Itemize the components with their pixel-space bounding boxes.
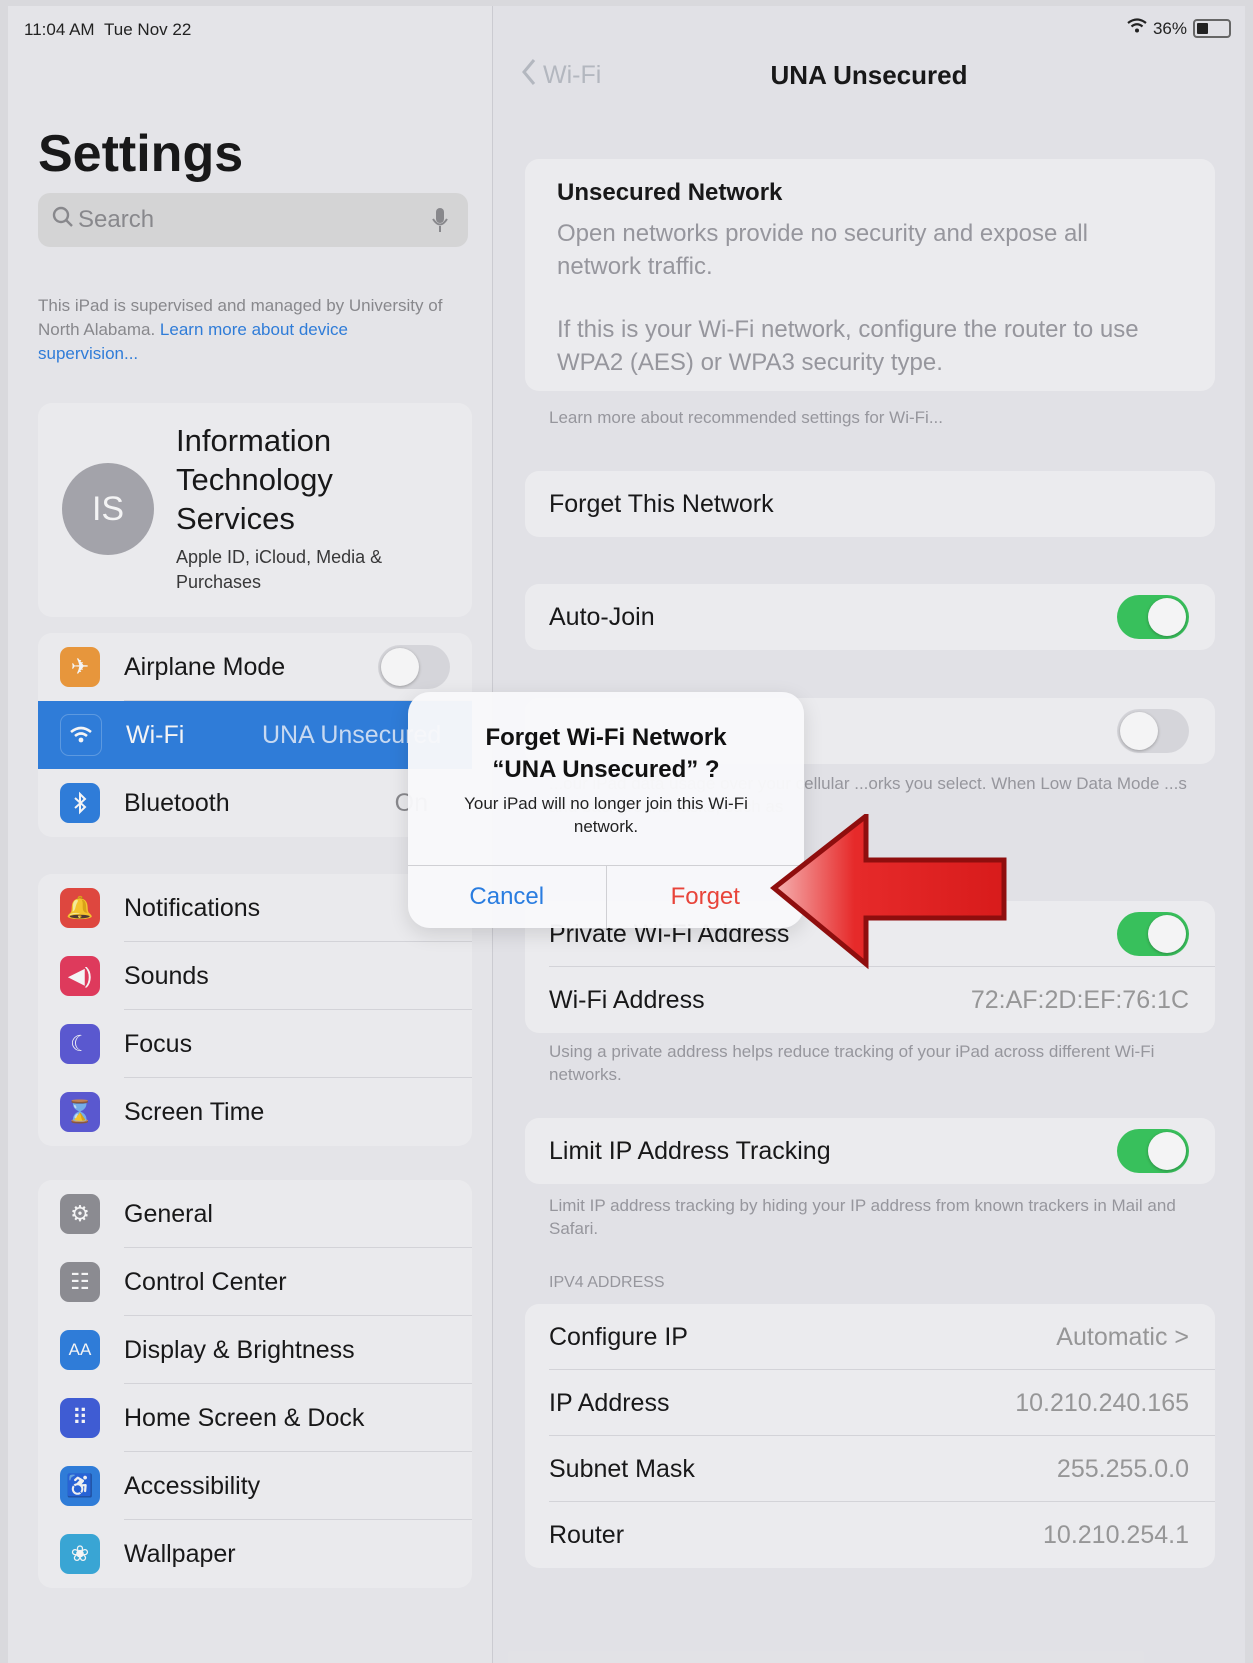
forget-network-alert: Forget Wi-Fi Network “UNA Unsecured” ? Y…	[408, 692, 804, 928]
ipad-frame: Settings Search This iPad is supervised …	[0, 0, 1253, 1663]
screen: Settings Search This iPad is supervised …	[8, 6, 1245, 1663]
cancel-button[interactable]: Cancel	[408, 866, 607, 928]
status-time: 11:04 AM Tue Nov 22	[24, 20, 192, 39]
alert-message: Your iPad will no longer join this Wi-Fi…	[464, 794, 748, 836]
status-right: 36%	[1127, 18, 1231, 39]
red-arrow-annotation	[770, 814, 1007, 970]
wifi-status-icon	[1127, 18, 1147, 39]
battery-icon	[1193, 19, 1231, 38]
alert-title: Forget Wi-Fi Network “UNA Unsecured” ?	[485, 724, 727, 783]
battery-percent: 36%	[1152, 18, 1187, 38]
alert-buttons: Cancel Forget	[408, 865, 804, 928]
status-bar: 11:04 AM Tue Nov 22 36%	[16, 14, 1231, 39]
